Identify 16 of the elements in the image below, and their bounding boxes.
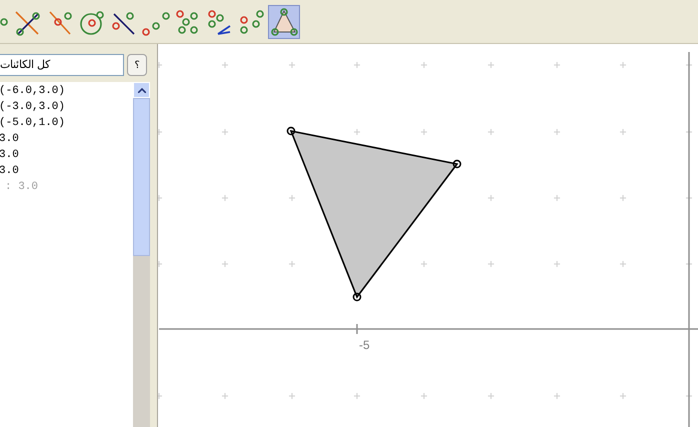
algebra-entry[interactable]: 3.0 — [0, 131, 133, 147]
filter-dropdown[interactable]: كل الكائنات — [0, 54, 124, 76]
axis-tick-label: -5 — [359, 337, 370, 354]
algebra-entry[interactable]: 3.0 — [0, 163, 133, 179]
algebra-entry[interactable]: (-5.0,1.0) — [0, 115, 133, 131]
algebra-entry[interactable]: 3.0 — [0, 147, 133, 163]
polygon-tool-button[interactable] — [268, 4, 300, 38]
scroll-thumb[interactable] — [133, 98, 150, 256]
scrollbar[interactable] — [133, 82, 150, 427]
caret-up-icon — [138, 88, 146, 92]
help-button[interactable]: ؟ — [127, 54, 147, 76]
polygon-tool-icon — [269, 6, 299, 38]
algebra-entry[interactable]: (-3.0,3.0) — [0, 99, 133, 115]
algebra-entry[interactable]: (-6.0,3.0) — [0, 83, 133, 99]
point-tool-icon — [0, 18, 8, 26]
scroll-up-button[interactable] — [133, 82, 150, 98]
